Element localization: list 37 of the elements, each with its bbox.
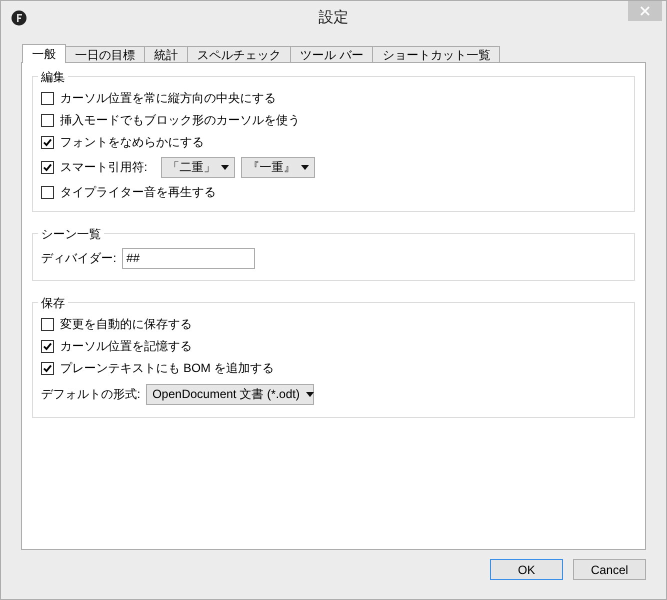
close-icon: [640, 6, 650, 16]
checkbox-label: プレーンテキストにも BOM を追加する: [60, 360, 274, 377]
dropdown-arrow-icon: [301, 164, 310, 170]
tab[interactable]: スペルチェック: [188, 46, 291, 62]
tab[interactable]: 統計: [145, 46, 188, 62]
dialog-button[interactable]: OK: [490, 559, 563, 580]
checkbox[interactable]: [41, 186, 54, 198]
checkbox-label: カーソル位置を記憶する: [60, 338, 192, 355]
dropdown-arrow-icon: [306, 392, 314, 396]
checkbox-label: 変更を自動的に保存する: [60, 316, 192, 333]
window-title: 設定: [318, 8, 348, 28]
checkbox[interactable]: [41, 340, 54, 352]
checkbox[interactable]: [41, 92, 54, 104]
checkbox[interactable]: [41, 318, 54, 330]
field-label: ディバイダー:: [41, 250, 116, 267]
dropdown-arrow-icon: [221, 164, 230, 170]
checkbox-label: カーソル位置を常に縦方向の中央にする: [60, 90, 276, 107]
tab[interactable]: 一日の目標: [66, 46, 145, 62]
input-field[interactable]: ##: [122, 248, 256, 268]
dropdown[interactable]: OpenDocument 文書 (*.odt): [146, 384, 314, 404]
tab[interactable]: 一般: [22, 44, 66, 63]
app-logo-icon: [11, 10, 27, 26]
tab[interactable]: ツール バー: [291, 46, 374, 62]
dropdown[interactable]: 『一重』: [241, 156, 316, 178]
checkbox-label: フォントをなめらかにする: [60, 134, 204, 151]
field-label: デフォルトの形式:: [41, 386, 140, 403]
group-title: 保存: [38, 294, 68, 312]
checkbox[interactable]: [41, 160, 54, 174]
checkbox-label: タイプライター音を再生する: [60, 184, 216, 201]
checkbox-label: 挿入モードでもブロック形のカーソルを使う: [60, 112, 300, 129]
dropdown[interactable]: 「二重」: [161, 156, 236, 178]
checkbox[interactable]: [41, 362, 54, 374]
checkbox-label: スマート引用符:: [60, 159, 148, 176]
checkbox[interactable]: [41, 136, 54, 148]
tab[interactable]: ショートカット一覧: [373, 46, 500, 62]
dialog-button[interactable]: Cancel: [573, 559, 646, 580]
checkbox[interactable]: [41, 114, 54, 126]
